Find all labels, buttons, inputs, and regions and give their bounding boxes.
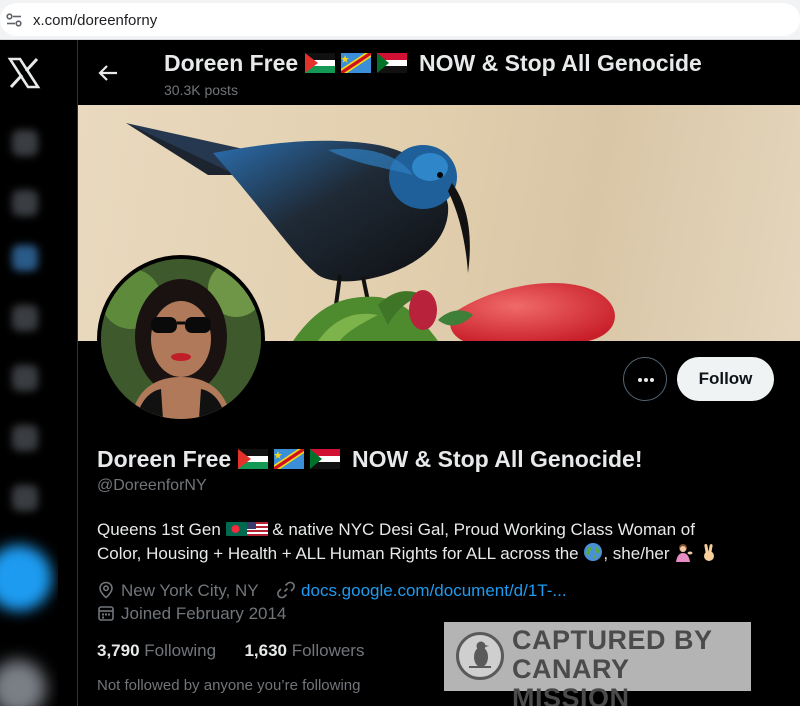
not-followed-notice: Not followed by anyone you’re following xyxy=(97,677,361,694)
bangladesh-flag-icon xyxy=(225,522,247,536)
browser-url-bar: x.com/doreenforny xyxy=(0,0,800,40)
website-link[interactable]: docs.google.com/document/d/1T-... xyxy=(301,581,567,600)
usa-flag-icon xyxy=(246,522,268,536)
canary-mission-watermark: CAPTURED BY CANARY MISSION xyxy=(444,622,751,706)
palestine-flag-icon xyxy=(237,449,268,469)
watermark-line1: CAPTURED BY xyxy=(512,625,713,655)
x-logo-icon[interactable] xyxy=(7,56,41,90)
sudan-flag-icon xyxy=(309,449,340,469)
profile-name-suffix: NOW & Stop All Genocide! xyxy=(352,446,643,472)
bookmarks-icon[interactable] xyxy=(12,425,38,451)
more-options-dot xyxy=(650,378,654,382)
bio-text: , she/her xyxy=(603,544,670,563)
location-text: New York City, NY xyxy=(121,581,259,600)
account-avatar[interactable] xyxy=(0,660,46,706)
congo-flag-icon xyxy=(340,53,371,73)
followers-count: 1,630 xyxy=(244,641,287,660)
following-link[interactable]: 3,790 Following xyxy=(97,641,216,660)
avatar-photo xyxy=(101,259,261,419)
explore-icon[interactable] xyxy=(12,190,38,216)
follow-stats: 3,790 Following 1,630 Followers xyxy=(97,641,364,661)
profile-meta-row: New York City, NY docs.google.com/docume… xyxy=(97,581,567,601)
site-info-icon[interactable] xyxy=(6,13,22,27)
header-name-suffix: NOW & Stop All Genocide xyxy=(419,50,702,76)
followers-label: Followers xyxy=(291,641,365,660)
profile-display-name: Doreen Free NOW & Stop All Genocide! xyxy=(97,446,642,473)
profile-avatar[interactable] xyxy=(97,255,265,423)
address-field[interactable]: x.com/doreenforny xyxy=(0,3,800,36)
link-icon xyxy=(277,581,295,599)
watermark-line2: CANARY MISSION xyxy=(512,654,630,706)
victory-hand-icon xyxy=(703,543,714,561)
congo-flag-icon xyxy=(273,449,304,469)
following-count: 3,790 xyxy=(97,641,140,660)
back-arrow-icon[interactable] xyxy=(97,62,119,84)
profile-joined-row: Joined February 2014 xyxy=(97,604,286,624)
watermark-text: CAPTURED BY CANARY MISSION xyxy=(512,626,751,706)
globe-icon xyxy=(584,543,603,561)
canary-logo-icon xyxy=(456,632,504,680)
profile-bio: Queens 1st Gen & native NYC Desi Gal, Pr… xyxy=(97,518,787,566)
left-navigation xyxy=(0,40,58,706)
header-display-name: Doreen Free NOW & Stop All Genocide xyxy=(164,50,702,77)
bio-text: & native NYC Desi Gal, Proud Working Cla… xyxy=(272,520,695,539)
followers-link[interactable]: 1,630 Followers xyxy=(244,641,364,660)
notifications-icon[interactable] xyxy=(12,305,38,331)
palestine-flag-icon xyxy=(304,53,335,73)
more-options-button[interactable] xyxy=(623,357,667,401)
profile-handle: @DoreenforNY xyxy=(97,477,207,494)
location-icon xyxy=(99,581,113,599)
grok-icon[interactable] xyxy=(12,245,38,271)
header-name-prefix: Doreen Free xyxy=(164,50,299,76)
sudan-flag-icon xyxy=(376,53,407,73)
profile-name-prefix: Doreen Free xyxy=(97,446,232,472)
calendar-icon xyxy=(98,606,114,621)
more-options-icon xyxy=(638,378,642,382)
url-text[interactable]: x.com/doreenforny xyxy=(33,12,157,29)
joined-date: Joined February 2014 xyxy=(121,604,287,623)
following-label: Following xyxy=(144,641,217,660)
follow-button[interactable]: Follow xyxy=(677,357,774,401)
bio-text: Queens 1st Gen xyxy=(97,520,221,539)
post-button[interactable] xyxy=(0,545,52,611)
more-options-dot xyxy=(644,378,648,382)
profile-nav-icon[interactable] xyxy=(12,485,38,511)
home-icon[interactable] xyxy=(12,130,38,156)
person-tipping-hand-icon xyxy=(676,544,693,562)
messages-icon[interactable] xyxy=(12,365,38,391)
post-count: 30.3K posts xyxy=(164,82,238,98)
bio-text: Color, Housing + Health + ALL Human Righ… xyxy=(97,544,579,563)
